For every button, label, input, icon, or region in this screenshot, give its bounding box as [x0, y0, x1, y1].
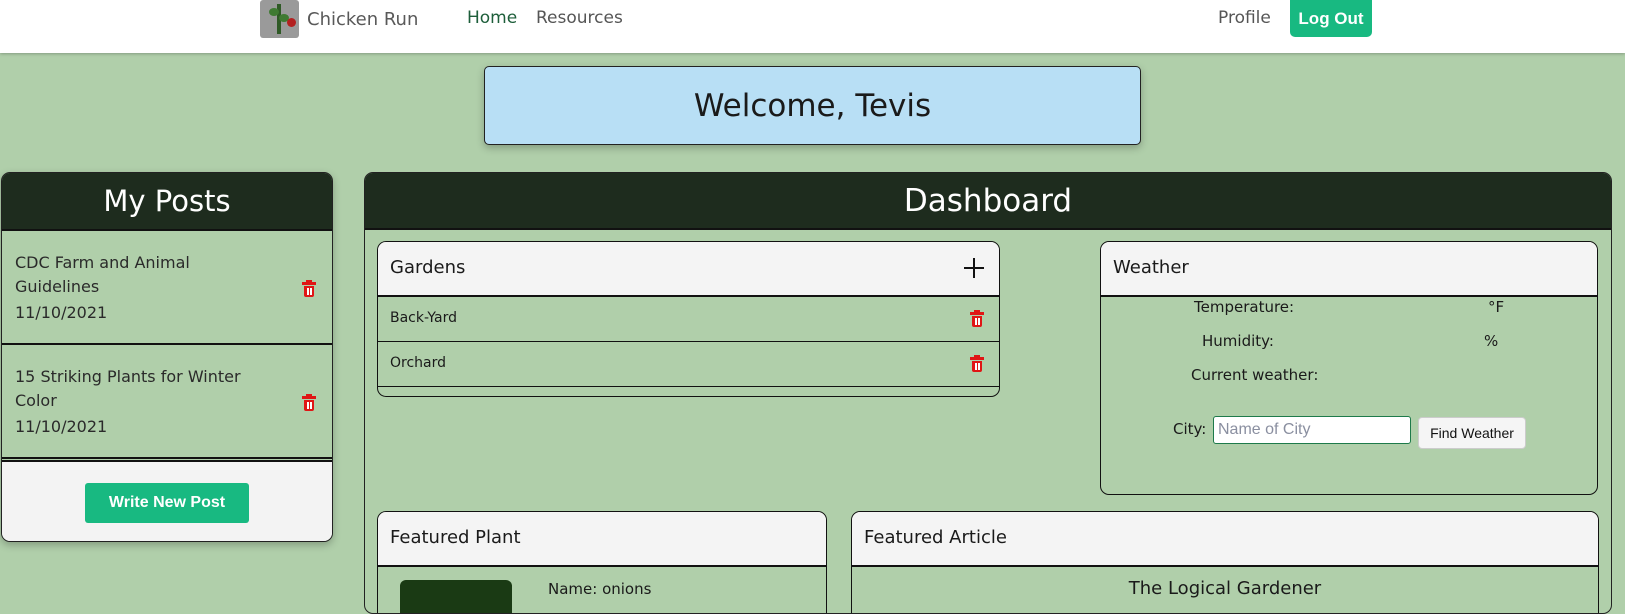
post-title[interactable]: CDC Farm and Animal Guidelines	[15, 251, 255, 299]
delete-garden-trash-icon[interactable]	[970, 310, 984, 327]
delete-post-trash-icon[interactable]	[302, 394, 316, 411]
featured-plant-panel: Featured Plant Name: onions	[377, 511, 827, 613]
weather-title: Weather	[1113, 257, 1189, 278]
weather-panel: Weather Temperature: °F Humidity: % Curr…	[1100, 241, 1598, 495]
dashboard-title: Dashboard	[365, 173, 1611, 230]
garden-item[interactable]: Back-Yard	[378, 297, 999, 342]
delete-post-trash-icon[interactable]	[302, 280, 316, 297]
city-label: City:	[1173, 420, 1207, 438]
brand[interactable]: Chicken Run	[260, 0, 418, 38]
humidity-unit: %	[1484, 332, 1499, 350]
post-date: 11/10/2021	[15, 303, 108, 322]
garden-name[interactable]: Orchard	[390, 355, 446, 371]
current-weather-label: Current weather:	[1191, 366, 1319, 384]
plant-name: Name: onions	[548, 580, 652, 598]
gardens-title: Gardens	[390, 257, 466, 278]
find-weather-button[interactable]: Find Weather	[1418, 417, 1526, 449]
post-item[interactable]: 15 Striking Plants for Winter Color 11/1…	[2, 345, 332, 459]
garden-name[interactable]: Back-Yard	[390, 310, 457, 326]
featured-article-header: Featured Article	[852, 512, 1598, 567]
my-posts-title: My Posts	[2, 173, 332, 231]
featured-plant-header: Featured Plant	[378, 512, 826, 567]
write-new-post-button[interactable]: Write New Post	[85, 483, 249, 523]
article-title[interactable]: The Logical Gardener	[852, 578, 1598, 599]
posts-footer: Write New Post	[2, 460, 332, 541]
dashboard-panel: Dashboard Gardens Back-Yard Orchard Weat…	[364, 172, 1612, 614]
garden-item[interactable]: Orchard	[378, 342, 999, 387]
welcome-banner: Welcome, Tevis	[484, 66, 1141, 145]
featured-plant-title: Featured Plant	[390, 527, 521, 548]
temperature-label: Temperature:	[1194, 298, 1295, 316]
delete-garden-trash-icon[interactable]	[970, 355, 984, 372]
city-input[interactable]	[1213, 416, 1411, 444]
post-item[interactable]: CDC Farm and Animal Guidelines 11/10/202…	[2, 231, 332, 345]
brand-logo-icon	[260, 0, 299, 38]
humidity-label: Humidity:	[1202, 332, 1274, 350]
brand-name: Chicken Run	[307, 8, 419, 30]
weather-header: Weather	[1101, 242, 1597, 297]
post-date: 11/10/2021	[15, 417, 108, 436]
logout-button[interactable]: Log Out	[1290, 0, 1372, 37]
post-title[interactable]: 15 Striking Plants for Winter Color	[15, 365, 255, 413]
plant-image	[400, 580, 512, 613]
gardens-panel: Gardens Back-Yard Orchard	[377, 241, 1000, 397]
navbar: Chicken Run Home Resources Profile Log O…	[0, 0, 1625, 53]
nav-home-link[interactable]: Home	[467, 8, 517, 28]
featured-article-title: Featured Article	[864, 527, 1007, 548]
temperature-unit: °F	[1488, 298, 1505, 316]
gardens-header: Gardens	[378, 242, 999, 297]
nav-resources-link[interactable]: Resources	[536, 8, 623, 28]
nav-profile-link[interactable]: Profile	[1218, 8, 1271, 28]
featured-article-panel: Featured Article The Logical Gardener	[851, 511, 1599, 613]
my-posts-panel: My Posts CDC Farm and Animal Guidelines …	[1, 172, 333, 542]
add-garden-plus-icon[interactable]	[964, 258, 984, 278]
